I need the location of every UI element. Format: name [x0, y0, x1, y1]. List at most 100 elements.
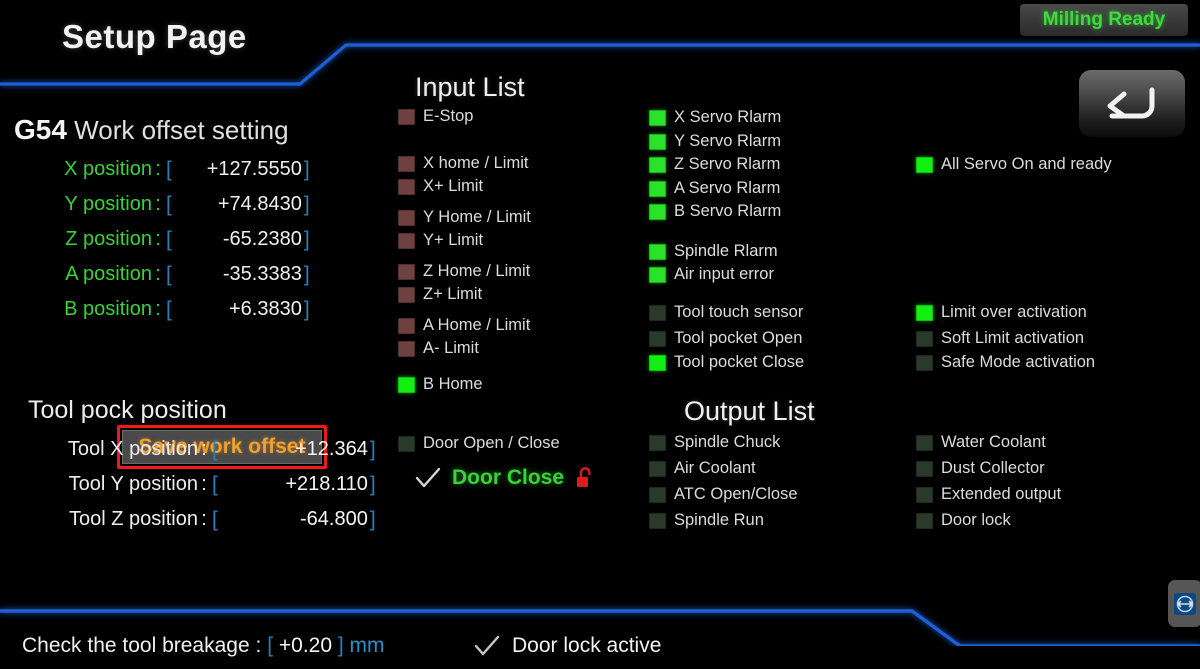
- input-list-item[interactable]: Z Servo Rlarm: [649, 155, 780, 174]
- row-value[interactable]: -64.800: [220, 508, 368, 531]
- status-led-mid-green: [649, 243, 666, 260]
- work-offset-heading: G54 Work offset setting: [14, 114, 289, 146]
- status-led-off-red: [398, 178, 415, 195]
- input-list-item[interactable]: B Servo Rlarm: [649, 202, 781, 221]
- status-led-off-green: [916, 354, 933, 371]
- input-list-item[interactable]: Tool touch sensor: [649, 303, 803, 322]
- row-label: Z position: [65, 228, 152, 250]
- work-offset-panel: G54 Work offset setting X position:[+127…: [0, 100, 376, 570]
- tool-breakage-label: Check the tool breakage: [22, 634, 250, 657]
- output-list-item[interactable]: Water Coolant: [916, 433, 1046, 452]
- status-led-off-red: [398, 263, 415, 280]
- output-list-title: Output List: [684, 396, 815, 426]
- input-list-item[interactable]: Tool pocket Open: [649, 329, 802, 348]
- status-led-off-green: [916, 330, 933, 347]
- status-led-off-green: [398, 435, 415, 452]
- row-value[interactable]: -35.3383: [174, 263, 302, 286]
- input-list-item[interactable]: Tool pocket Close: [649, 353, 804, 372]
- input-list-item[interactable]: A Home / Limit: [398, 316, 530, 335]
- output-list-label: ATC Open/Close: [674, 485, 798, 503]
- input-list-label: Z Home / Limit: [423, 262, 531, 280]
- input-list-item[interactable]: A Servo Rlarm: [649, 179, 780, 198]
- input-list-label: X home / Limit: [423, 154, 529, 172]
- output-list-label: Spindle Run: [674, 511, 764, 529]
- output-list-item[interactable]: Air Coolant: [649, 459, 756, 478]
- input-list-label: Y Home / Limit: [423, 208, 531, 226]
- work-offset-row: B position:[+6.3830]: [0, 294, 340, 325]
- input-list-label: Limit over activation: [941, 303, 1087, 321]
- work-offset-row: X position:[+127.5550]: [0, 154, 340, 185]
- output-list-item[interactable]: Dust Collector: [916, 459, 1045, 478]
- footer-bar: Check the tool breakage : [ +0.20 ] mm D…: [0, 626, 1200, 669]
- input-list-item[interactable]: A- Limit: [398, 339, 479, 358]
- bracket-close: ]: [369, 472, 376, 496]
- input-list-item[interactable]: Z+ Limit: [398, 285, 482, 304]
- input-list-item[interactable]: Y+ Limit: [398, 231, 483, 250]
- input-list-label: A Home / Limit: [423, 316, 531, 334]
- status-led-off-red: [398, 317, 415, 334]
- page-title: Setup Page: [62, 18, 247, 55]
- status-led-mid-green: [649, 266, 666, 283]
- output-list-item[interactable]: Door lock: [916, 511, 1011, 530]
- input-list-item[interactable]: All Servo On and ready: [916, 155, 1112, 174]
- row-value[interactable]: -65.2380: [174, 228, 302, 251]
- tool-pocket-row: Tool X position:[+12.364]: [0, 432, 385, 467]
- input-list-label: Z Servo Rlarm: [674, 155, 781, 173]
- bracket-open: [: [166, 227, 172, 251]
- input-list-label: Tool pocket Open: [674, 329, 803, 347]
- bracket-close: ]: [369, 507, 376, 531]
- bracket-open: [: [166, 157, 172, 181]
- output-list-label: Dust Collector: [941, 459, 1045, 477]
- input-list-item[interactable]: Soft Limit activation: [916, 329, 1084, 348]
- row-value[interactable]: +12.364: [220, 438, 368, 461]
- output-list-label: Extended output: [941, 485, 1062, 503]
- input-list-label: Tool pocket Close: [674, 353, 805, 371]
- input-list-item[interactable]: Limit over activation: [916, 303, 1087, 322]
- input-list-label: B Servo Rlarm: [674, 202, 782, 220]
- output-list-item[interactable]: Extended output: [916, 485, 1061, 504]
- input-list-item[interactable]: Y Home / Limit: [398, 208, 531, 227]
- bracket-close: ]: [303, 262, 310, 286]
- output-list-label: Air Coolant: [674, 459, 756, 477]
- tool-pocket-row: Tool Y position:[+218.110]: [0, 467, 385, 502]
- input-list-label: Door Open / Close: [423, 434, 560, 452]
- output-list-item[interactable]: ATC Open/Close: [649, 485, 798, 504]
- door-close-label: Door Close: [452, 466, 565, 489]
- output-list-item[interactable]: Spindle Run: [649, 511, 764, 530]
- input-list-item[interactable]: E-Stop: [398, 107, 473, 126]
- remote-access-icon[interactable]: [1168, 580, 1200, 627]
- input-list-item[interactable]: X home / Limit: [398, 154, 528, 173]
- input-list-label: A Servo Rlarm: [674, 179, 781, 197]
- input-list-item[interactable]: Door Open / Close: [398, 434, 560, 453]
- input-list-label: Spindle Rlarm: [674, 242, 778, 260]
- row-value[interactable]: +74.8430: [174, 193, 302, 216]
- bracket-close: ]: [369, 437, 376, 461]
- work-offset-code: G54: [14, 114, 67, 145]
- tool-pocket-row: Tool Z position:[-64.800]: [0, 502, 385, 537]
- input-list-item[interactable]: Air input error: [649, 265, 774, 284]
- status-led-off-red: [398, 232, 415, 249]
- input-list-label: Z+ Limit: [423, 285, 483, 303]
- bracket-open: [: [212, 507, 218, 531]
- tool-breakage-value: +0.20: [278, 634, 333, 657]
- bracket-open: [: [166, 262, 172, 286]
- output-list-item[interactable]: Spindle Chuck: [649, 433, 780, 452]
- row-value[interactable]: +218.110: [220, 473, 368, 496]
- row-colon: :: [201, 473, 207, 495]
- input-list-item[interactable]: X Servo Rlarm: [649, 108, 781, 127]
- status-led-mid-green: [649, 203, 666, 220]
- input-list-item[interactable]: X+ Limit: [398, 177, 483, 196]
- input-list-item[interactable]: Spindle Rlarm: [649, 242, 778, 261]
- input-list-item[interactable]: B Home: [398, 375, 483, 394]
- input-list-item[interactable]: Safe Mode activation: [916, 353, 1095, 372]
- status-badge-label: Milling Ready: [1042, 9, 1166, 30]
- work-offset-heading-label: Work offset setting: [74, 115, 289, 145]
- input-list-item[interactable]: Y Servo Rlarm: [649, 132, 781, 151]
- check-icon: [474, 635, 500, 656]
- row-value[interactable]: +127.5550: [174, 158, 302, 181]
- input-list-item[interactable]: Z Home / Limit: [398, 262, 530, 281]
- header: Setup Page Milling Ready: [0, 0, 1200, 137]
- door-lock-active-status: Door lock active: [474, 634, 661, 658]
- bracket-open: [: [166, 297, 172, 321]
- row-value[interactable]: +6.3830: [174, 298, 302, 321]
